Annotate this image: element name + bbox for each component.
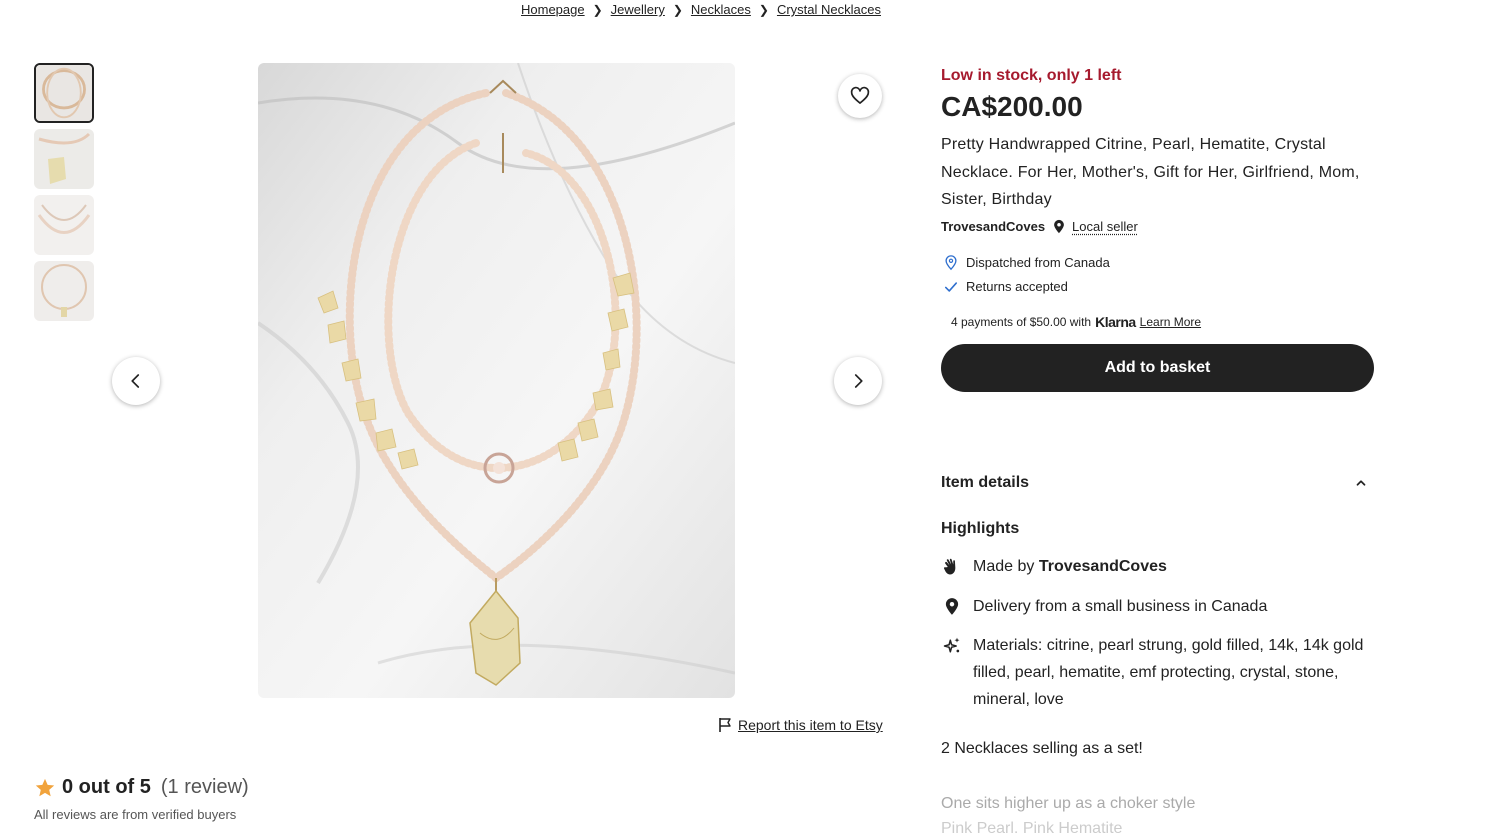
thumbnail-1[interactable] — [34, 63, 94, 123]
previous-image-button[interactable] — [112, 357, 160, 405]
next-image-button[interactable] — [834, 357, 882, 405]
made-by-shop-link[interactable]: TrovesandCoves — [1039, 558, 1167, 575]
product-title: Pretty Handwrapped Citrine, Pearl, Hemat… — [941, 136, 1360, 208]
perk-returns-label: Returns accepted — [966, 279, 1068, 294]
seller-row: TrovesandCoves Local seller — [941, 219, 1374, 235]
price: CA$200.00 — [941, 91, 1083, 122]
star-icon — [35, 778, 55, 796]
highlights-heading: Highlights — [941, 520, 1020, 537]
breadcrumb: Homepage ❯ Jewellery ❯ Necklaces ❯ Cryst… — [521, 2, 881, 17]
klarna-learn-more-link[interactable]: Learn More — [1140, 315, 1201, 329]
item-details-toggle[interactable]: Item details — [941, 474, 1374, 492]
heart-icon — [850, 86, 870, 104]
perk-dispatch-label: Dispatched from Canada — [966, 255, 1110, 270]
hand-wave-icon — [941, 553, 963, 580]
thumbnail-2[interactable] — [34, 129, 94, 189]
breadcrumb-separator-icon: ❯ — [758, 2, 769, 17]
klarna-payments: 4 payments of $50.00 with Klarna Learn M… — [951, 314, 1374, 330]
chevron-right-icon — [854, 374, 863, 388]
rating-summary: 0 out of 5 (1 review) — [34, 776, 249, 799]
materials-text: Materials: citrine, pearl strung, gold f… — [973, 637, 1364, 708]
made-by-prefix: Made by — [973, 558, 1035, 575]
seller-name[interactable]: TrovesandCoves — [941, 219, 1045, 234]
thumbnail-3[interactable] — [34, 195, 94, 255]
chevron-left-icon — [131, 374, 140, 388]
local-seller-badge[interactable]: Local seller — [1072, 219, 1138, 234]
chevron-up-icon — [1356, 480, 1366, 486]
add-to-basket-button[interactable]: Add to basket — [941, 343, 1374, 392]
report-item-label: Report this item to Etsy — [738, 717, 883, 733]
favorite-button[interactable] — [838, 74, 882, 118]
stock-notice: Low in stock, only 1 left — [941, 67, 1122, 84]
perk-returns: Returns accepted — [944, 275, 1374, 299]
breadcrumb-jewellery[interactable]: Jewellery — [611, 2, 665, 17]
klarna-text: 4 payments of $50.00 with — [951, 314, 1092, 329]
delivery-text: Delivery from a small business in Canada — [973, 598, 1268, 615]
breadcrumb-crystal-necklaces[interactable]: Crystal Necklaces — [777, 2, 881, 17]
report-item-link[interactable]: Report this item to Etsy — [718, 717, 883, 733]
product-image[interactable] — [258, 63, 735, 698]
description-line-3: Pink Pearl, Pink Hematite — [941, 820, 1123, 833]
item-details-heading: Item details — [941, 474, 1030, 491]
thumbnail-4[interactable] — [34, 261, 94, 321]
buy-box: Low in stock, only 1 left CA$200.00 Pret… — [941, 67, 1374, 392]
verified-reviews-note: All reviews are from verified buyers — [34, 807, 237, 822]
map-pin-icon — [941, 593, 963, 620]
breadcrumb-separator-icon: ❯ — [592, 2, 603, 17]
highlight-made-by: Made by TrovesandCoves — [941, 553, 1374, 580]
check-icon — [944, 281, 958, 292]
map-pin-icon — [1054, 219, 1064, 233]
flag-icon — [719, 718, 731, 732]
sparkle-icon — [941, 632, 963, 713]
breadcrumb-homepage[interactable]: Homepage — [521, 2, 585, 17]
map-pin-icon — [945, 254, 957, 270]
thumbnail-list — [34, 63, 94, 327]
description-line-1: 2 Necklaces selling as a set! — [941, 740, 1143, 757]
perk-dispatch: Dispatched from Canada — [944, 251, 1374, 275]
perks-list: Dispatched from Canada Returns accepted — [941, 251, 1374, 299]
klarna-logo: Klarna — [1095, 313, 1136, 330]
breadcrumb-separator-icon: ❯ — [672, 2, 683, 17]
rating-score: 0 out of 5 — [62, 776, 151, 798]
description-line-2: One sits higher up as a choker style — [941, 795, 1196, 812]
review-count[interactable]: (1 review) — [161, 776, 249, 799]
breadcrumb-necklaces[interactable]: Necklaces — [691, 2, 751, 17]
made-by-text: Made by TrovesandCoves — [973, 553, 1167, 580]
highlight-materials: Materials: citrine, pearl strung, gold f… — [941, 632, 1374, 713]
highlight-delivery: Delivery from a small business in Canada — [941, 593, 1374, 620]
